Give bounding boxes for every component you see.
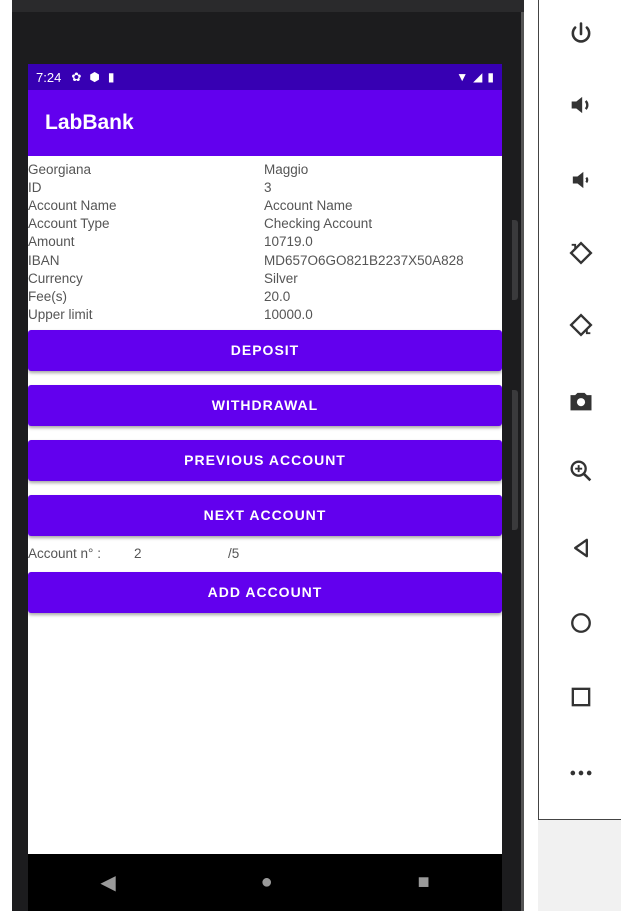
toolbar-base <box>538 820 621 911</box>
app-title: LabBank <box>45 111 134 134</box>
row-value: 10000.0 <box>264 307 313 323</box>
status-bar: 7:24 ✿ ⬢ ▮ ▼ ◢ ▮ <box>28 64 502 90</box>
row-value: Account Name <box>264 197 353 213</box>
account-row-fees: Fee(s) 20.0 <box>28 287 502 305</box>
status-time: 7:24 <box>36 69 62 85</box>
account-row-upper-limit: Upper limit 10000.0 <box>28 306 502 324</box>
account-row-account-name: Account Name Account Name <box>28 196 502 214</box>
emulator-toolbar <box>538 0 621 820</box>
nav-back-icon[interactable]: ◀ <box>100 870 115 895</box>
row-value: Checking Account <box>264 216 373 232</box>
wifi-icon: ▼ <box>456 70 469 84</box>
shield-status-icon: ⬢ <box>89 70 100 84</box>
previous-account-button[interactable]: PREVIOUS ACCOUNT <box>28 439 502 481</box>
last-name: Maggio <box>264 161 309 177</box>
account-row-amount: Amount 10719.0 <box>28 233 502 251</box>
pager-label: Account n° : <box>28 546 101 562</box>
battery-icon: ▮ <box>487 70 494 84</box>
row-label: Account Name <box>28 197 117 213</box>
add-account-button[interactable]: ADD ACCOUNT <box>28 571 502 613</box>
row-value: 3 <box>264 179 272 195</box>
zoom-in-icon[interactable] <box>539 446 621 496</box>
app-screen: 7:24 ✿ ⬢ ▮ ▼ ◢ ▮ LabBank Georgiana Maggi… <box>28 64 502 854</box>
nav-recents-icon[interactable]: ■ <box>417 871 429 894</box>
account-pager: Account n° : 2 /5 <box>28 536 502 572</box>
app-bar: LabBank <box>28 90 502 156</box>
settings-status-icon: ✿ <box>71 70 82 84</box>
account-row-iban: IBAN MD657O6GO821B2237X50A828 <box>28 251 502 269</box>
row-value: MD657O6GO821B2237X50A828 <box>264 252 464 268</box>
home-icon[interactable] <box>539 598 621 648</box>
rotate-left-icon[interactable] <box>539 228 621 278</box>
row-label: Fee(s) <box>28 288 68 304</box>
next-account-button[interactable]: NEXT ACCOUNT <box>28 494 502 536</box>
sdcard-status-icon: ▮ <box>107 70 115 84</box>
camera-icon[interactable] <box>539 376 621 426</box>
first-name: Georgiana <box>28 161 92 177</box>
nav-home-icon[interactable]: ● <box>261 871 273 894</box>
pager-current: 2 <box>134 546 142 562</box>
account-row-name: Georgiana Maggio <box>28 160 502 178</box>
row-label: Account Type <box>28 216 110 232</box>
row-label: Amount <box>28 234 75 250</box>
deposit-button[interactable]: DEPOSIT <box>28 329 502 371</box>
withdrawal-button[interactable]: WITHDRAWAL <box>28 384 502 426</box>
rotate-right-icon[interactable] <box>539 300 621 350</box>
overview-icon[interactable] <box>539 672 621 722</box>
account-row-id: ID 3 <box>28 178 502 196</box>
volume-up-icon[interactable] <box>539 80 621 130</box>
device-side-button <box>512 220 518 300</box>
volume-down-icon[interactable] <box>539 155 621 205</box>
row-label: ID <box>28 179 42 195</box>
row-label: Currency <box>28 270 83 286</box>
row-label: IBAN <box>28 252 60 268</box>
row-label: Upper limit <box>28 307 93 323</box>
account-row-currency: Currency Silver <box>28 269 502 287</box>
account-row-type: Account Type Checking Account <box>28 215 502 233</box>
android-nav-bar: ◀ ● ■ <box>28 854 502 911</box>
signal-icon: ◢ <box>473 70 483 84</box>
row-value: 10719.0 <box>264 234 313 250</box>
pager-total: /5 <box>228 546 240 562</box>
power-icon[interactable] <box>539 9 621 59</box>
back-icon[interactable] <box>539 523 621 573</box>
device-side-button <box>512 390 518 530</box>
more-icon[interactable] <box>539 748 621 798</box>
row-value: Silver <box>264 270 298 286</box>
row-value: 20.0 <box>264 288 291 304</box>
account-details: Georgiana Maggio ID 3 Account Name Accou… <box>28 156 502 324</box>
